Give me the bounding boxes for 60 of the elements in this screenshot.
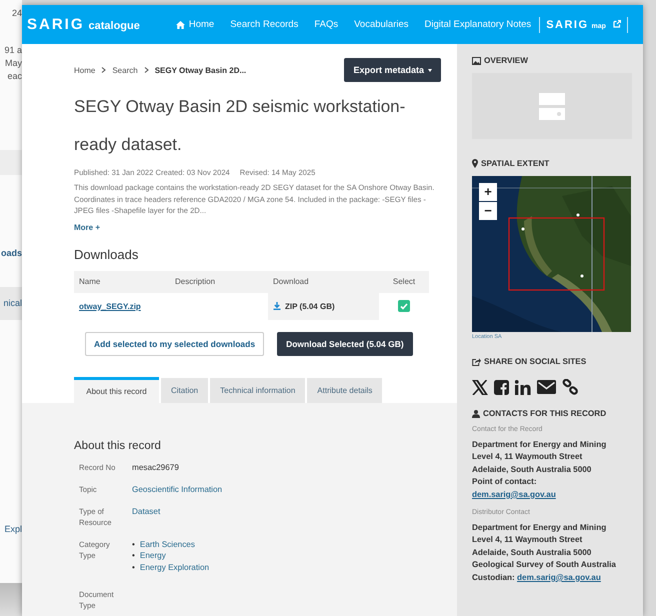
section-heading: SHARE ON SOCIAL SITES xyxy=(484,357,586,366)
column-header: Download xyxy=(268,270,380,292)
contact-line: Point of contact: xyxy=(472,476,538,488)
breadcrumb-current: SEGY Otway Basin 2D... xyxy=(154,66,246,74)
background-text: 91 a xyxy=(4,45,22,55)
export-button[interactable]: Export metadata xyxy=(344,58,441,82)
column-header: Select xyxy=(379,270,429,292)
bullet: • xyxy=(132,562,135,573)
section-heading: About this record xyxy=(74,440,162,452)
logo-subtitle: catalogue xyxy=(88,20,140,32)
field-link[interactable]: Dataset xyxy=(132,506,452,528)
column-header: Name xyxy=(74,270,170,292)
breadcrumb-link[interactable]: Home xyxy=(74,66,96,74)
contact-line: Level 4, 11 Waymouth Street xyxy=(472,534,584,546)
nav-link[interactable]: Search Records xyxy=(222,19,306,30)
more-link[interactable]: More + xyxy=(74,222,100,232)
nav-link[interactable]: FAQs xyxy=(306,19,346,30)
category-link[interactable]: Energy xyxy=(140,550,166,562)
contact-line: Adelaide, South Australia 5000 xyxy=(472,546,592,559)
category-link[interactable]: Earth Sciences xyxy=(140,538,195,550)
nav-link[interactable]: Vocabularies xyxy=(346,19,417,30)
background-text: 24 xyxy=(12,8,22,18)
field-value: mesac29679 xyxy=(132,462,180,472)
add-to-downloads-button[interactable]: Add selected to my selected downloads xyxy=(85,332,264,356)
column-header: Description xyxy=(170,270,268,292)
tab[interactable]: Attribute details xyxy=(307,378,382,402)
contact-line: Geological Survey of South Australia xyxy=(472,559,617,572)
section-heading: Downloads xyxy=(74,246,140,262)
page-title: SEGY Otway Basin 2D seismic workstation-ready dataset. xyxy=(74,96,406,156)
download-link[interactable]: ZIP (5.04 GB) xyxy=(268,292,380,320)
contact-line: Department for Energy and Mining xyxy=(472,522,608,534)
background-text: nical xyxy=(3,298,22,308)
background-text: Expl xyxy=(4,524,22,534)
zoom-in-button[interactable]: + xyxy=(479,183,497,201)
background-text: eac xyxy=(7,71,22,81)
section-heading: OVERVIEW xyxy=(484,56,528,65)
tab[interactable]: Technical information xyxy=(210,378,306,402)
section-heading: CONTACTS FOR THIS RECORD xyxy=(483,409,606,418)
download-selected-button[interactable]: Download Selected (5.04 GB) xyxy=(277,332,413,356)
bullet: • xyxy=(132,550,135,562)
contact-line: Department for Energy and Mining xyxy=(472,439,608,451)
email-link[interactable]: dem.sarig@sa.gov.au xyxy=(472,490,556,499)
email-link[interactable]: dem.sarig@sa.gov.au xyxy=(517,572,601,582)
tab[interactable]: About this record xyxy=(74,376,159,402)
contact-line: Adelaide, South Australia 5000 xyxy=(472,464,592,476)
section-heading: SPATIAL EXTENT xyxy=(481,159,550,168)
field-link[interactable]: Geoscientific Information xyxy=(132,484,452,494)
breadcrumb-link[interactable]: Search xyxy=(112,66,138,74)
background-text: May xyxy=(4,58,22,68)
file-link[interactable]: otway_SEGY.zip xyxy=(79,302,141,310)
bullet: • xyxy=(132,538,135,550)
tab[interactable]: Citation xyxy=(161,378,208,402)
category-link[interactable]: Energy Exploration xyxy=(140,562,210,573)
contact-line: Custodian: xyxy=(472,572,516,582)
nav-link[interactable]: Digital Explanatory Notes xyxy=(416,19,540,30)
contact-line: Level 4, 11 Waymouth Street xyxy=(472,451,584,464)
background-text: oads xyxy=(0,248,22,258)
nav-link[interactable]: Home xyxy=(168,19,222,30)
logo: SARIG xyxy=(27,16,85,33)
zoom-out-button[interactable]: − xyxy=(479,202,497,220)
